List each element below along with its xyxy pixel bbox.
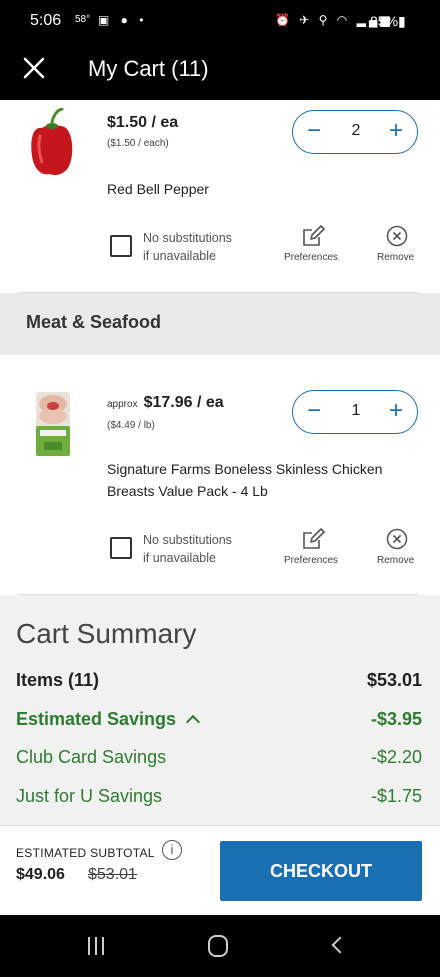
- system-nav-bar: [0, 915, 440, 977]
- quantity-value: 2: [351, 122, 361, 139]
- quantity-value: 1: [351, 402, 361, 419]
- item-price: approx $17.96 / ea: [107, 394, 224, 412]
- no-substitutions-line1: No substitutions: [143, 533, 232, 547]
- cart-summary-title: Cart Summary: [16, 618, 197, 649]
- no-substitutions-label: No substitutions if unavailable: [143, 531, 232, 567]
- no-substitutions-checkbox[interactable]: [110, 537, 132, 559]
- edit-preferences-icon[interactable]: [301, 224, 325, 248]
- increase-quantity-button[interactable]: +: [389, 397, 403, 425]
- quantity-stepper[interactable]: − 2 +: [292, 110, 418, 154]
- quantity-stepper[interactable]: − 1 +: [292, 390, 418, 434]
- original-subtotal-value: $53.01: [88, 866, 137, 883]
- chicken-package-image: [36, 392, 70, 456]
- preferences-link[interactable]: Preferences: [284, 555, 338, 566]
- item-unit-price: ($4.49 / lb): [107, 420, 155, 431]
- no-substitutions-label: No substitutions if unavailable: [143, 229, 232, 265]
- decrease-quantity-button[interactable]: −: [307, 117, 321, 145]
- preferences-link[interactable]: Preferences: [284, 252, 338, 263]
- app-header: My Cart (11): [0, 42, 440, 100]
- edit-preferences-icon[interactable]: [301, 527, 325, 551]
- info-icon[interactable]: i: [162, 840, 182, 860]
- cart-list[interactable]: $1.50 / ea ($1.50 / each) − 2 + Red Bell…: [0, 100, 440, 595]
- page-title: My Cart (11): [88, 56, 209, 81]
- red-pepper-image: [31, 108, 73, 176]
- category-header: Meat & Seafood: [0, 293, 440, 355]
- close-icon[interactable]: [22, 56, 46, 80]
- recent-apps-icon[interactable]: [86, 937, 106, 955]
- home-icon[interactable]: [208, 935, 228, 957]
- items-total-value: $53.01: [366, 670, 422, 690]
- status-time: 5:06: [30, 12, 62, 29]
- estimated-savings-label: Estimated Savings: [16, 709, 177, 729]
- increase-quantity-button[interactable]: +: [389, 117, 403, 145]
- estimated-savings-value: -$3.95: [370, 709, 422, 729]
- just-for-u-savings-label: Just for U Savings: [16, 786, 163, 806]
- battery-level: 85%▮: [370, 13, 406, 29]
- decrease-quantity-button[interactable]: −: [307, 397, 321, 425]
- club-card-savings-label: Club Card Savings: [16, 747, 167, 767]
- product-name-line1: Signature Farms Boneless Skinless Chicke…: [107, 461, 383, 477]
- category-title: Meat & Seafood: [26, 312, 162, 332]
- remove-item-icon[interactable]: [386, 225, 408, 247]
- no-substitutions-line2: if unavailable: [143, 249, 216, 263]
- no-substitutions-line2: if unavailable: [143, 551, 216, 565]
- cart-summary: Cart Summary Items (11) $53.01 Estimated…: [0, 595, 440, 825]
- item-price-value: $17.96 / ea: [143, 394, 224, 411]
- remove-item-icon[interactable]: [386, 528, 408, 550]
- no-substitutions-line1: No substitutions: [143, 231, 232, 245]
- status-bar: 5:06 58° ▣ ● • ⏰ ✈ ⚲ ◠ ▂▄▆ 85%▮: [0, 0, 440, 42]
- items-count-label: Items (11): [16, 670, 100, 690]
- item-unit-price: ($1.50 / each): [107, 138, 169, 149]
- checkout-button[interactable]: CHECKOUT: [220, 841, 422, 901]
- product-name[interactable]: Red Bell Pepper: [107, 178, 209, 200]
- product-name-line2: Breasts Value Pack - 4 Lb: [107, 483, 268, 499]
- club-card-savings-value: -$2.20: [370, 747, 422, 767]
- approx-label: approx: [107, 399, 138, 410]
- checkout-bar: ESTIMATED SUBTOTAL i $49.06 $53.01 CHECK…: [0, 825, 440, 915]
- estimated-savings-toggle[interactable]: Estimated Savings: [16, 709, 201, 730]
- status-temperature: 58°: [75, 14, 91, 25]
- remove-link[interactable]: Remove: [377, 252, 414, 263]
- product-name[interactable]: Signature Farms Boneless Skinless Chicke…: [107, 458, 382, 502]
- estimated-subtotal-value: $49.06: [16, 866, 65, 883]
- notification-icons: ▣ ● •: [98, 13, 148, 27]
- just-for-u-savings-value: -$1.75: [370, 786, 422, 806]
- estimated-subtotal-label: ESTIMATED SUBTOTAL: [16, 846, 155, 860]
- item-price: $1.50 / ea: [107, 114, 179, 131]
- no-substitutions-checkbox[interactable]: [110, 235, 132, 257]
- back-icon[interactable]: [331, 936, 349, 954]
- chevron-up-icon: [185, 714, 201, 730]
- remove-link[interactable]: Remove: [377, 555, 414, 566]
